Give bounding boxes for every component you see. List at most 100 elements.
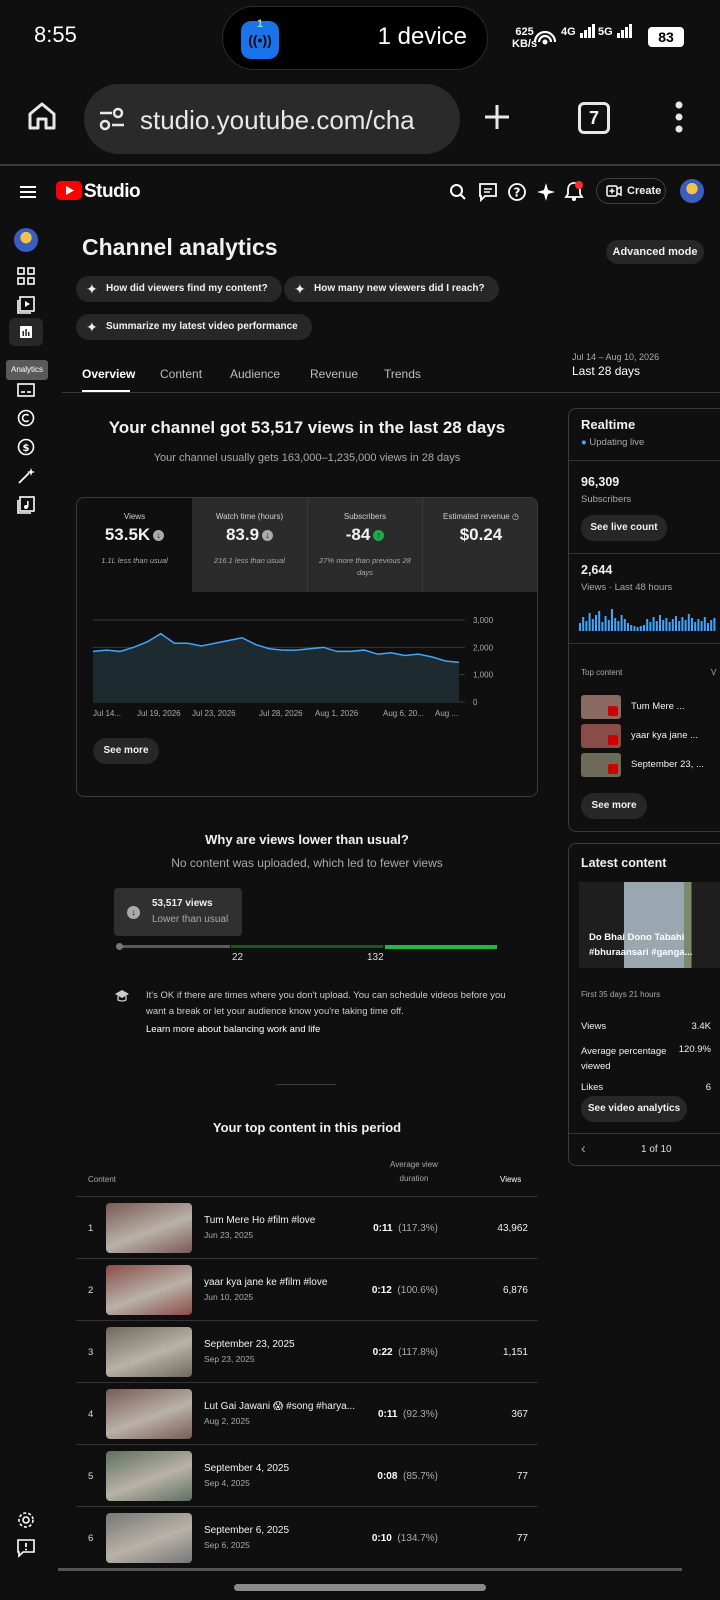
date-range-label[interactable]: Last 28 days [572, 364, 640, 378]
row-title[interactable]: Lut Gai Jawani 😱 #song #harya... [204, 1401, 355, 1412]
more-vert-icon[interactable] [674, 100, 684, 134]
tabs-divider [62, 392, 720, 393]
tab-switcher-button[interactable]: 7 [578, 102, 610, 134]
latest-video-thumbnail[interactable]: Do Bhai Dono Tabahi #bhuraansari #ganga.… [579, 882, 720, 968]
realtime-bar [684, 620, 687, 631]
dashboard-icon[interactable] [14, 264, 38, 288]
row-thumbnail[interactable] [106, 1265, 192, 1315]
gesture-nav-bar[interactable] [234, 1584, 486, 1591]
feedback-icon[interactable] [478, 182, 498, 202]
col-views[interactable]: Views [500, 1175, 521, 1184]
metric-subscribers[interactable]: Subscribers -84 ↑ 27% more than previous … [307, 498, 422, 592]
account-avatar[interactable] [680, 179, 704, 203]
realtime-bars-chart[interactable] [579, 605, 720, 631]
earn-icon[interactable]: $ [14, 435, 38, 459]
send-feedback-icon[interactable] [14, 1536, 38, 1560]
address-bar[interactable]: studio.youtube.com/cha [84, 84, 460, 154]
tab-revenue[interactable]: Revenue [310, 367, 358, 381]
row-thumbnail[interactable] [106, 1203, 192, 1253]
tab-trends[interactable]: Trends [384, 367, 421, 381]
realtime-bar [591, 619, 594, 631]
site-settings-icon[interactable] [98, 107, 126, 131]
tab-content[interactable]: Content [160, 367, 202, 381]
realtime-bar [697, 619, 700, 631]
realtime-bar [691, 618, 693, 631]
live-dot-icon: ● [581, 437, 587, 448]
copyright-icon[interactable] [14, 406, 38, 430]
row-title[interactable]: Tum Mere Ho #film #love [204, 1215, 315, 1226]
realtime-item[interactable]: September 23, ... [581, 753, 720, 777]
channel-avatar[interactable] [14, 228, 38, 252]
metric-watch-time[interactable]: Watch time (hours) 83.9 ↓ 216.1 less than… [192, 498, 307, 592]
home-icon[interactable] [26, 100, 58, 132]
broadcast-icon: 1 ((•)) [241, 18, 279, 59]
dynamic-island-pill[interactable]: 1 ((•)) 1 device [222, 6, 488, 70]
chip-new-viewers[interactable]: How many new viewers did I reach? [284, 276, 499, 302]
settings-icon[interactable] [14, 1508, 38, 1532]
analytics-icon[interactable] [14, 320, 38, 344]
search-icon[interactable] [449, 183, 467, 201]
menu-icon[interactable] [20, 185, 36, 199]
table-row[interactable]: 4 Lut Gai Jawani 😱 #song #harya... Aug 2, … [76, 1382, 538, 1444]
row-title[interactable]: September 4, 2025 [204, 1463, 289, 1474]
col-avd[interactable]: Average view duration [374, 1160, 454, 1183]
content-icon[interactable] [14, 293, 38, 317]
row-title[interactable]: yaar kya jane ke #film #love [204, 1277, 327, 1288]
table-row[interactable]: 1 Tum Mere Ho #film #love Jun 23, 2025 0:11… [76, 1196, 538, 1258]
row-thumbnail[interactable] [106, 1327, 192, 1377]
realtime-bar [633, 626, 636, 631]
tab-overview[interactable]: Overview [82, 367, 135, 381]
create-button[interactable]: Create [596, 178, 666, 204]
trend-up-icon: ↑ [373, 530, 385, 541]
subtitles-icon[interactable] [14, 378, 38, 402]
table-row[interactable]: 2 yaar kya jane ke #film #love Jun 10, 202… [76, 1258, 538, 1320]
svg-text:$: $ [23, 443, 30, 454]
realtime-bar [710, 620, 713, 631]
horizontal-scrollbar[interactable] [58, 1568, 682, 1571]
see-more-button[interactable]: See more [93, 738, 159, 764]
row-thumbnail[interactable] [106, 1451, 192, 1501]
customization-icon[interactable] [14, 464, 38, 488]
metric-views[interactable]: Views 53.5K ↓ 1.1L less than usual [77, 498, 192, 592]
row-title[interactable]: September 6, 2025 [204, 1525, 289, 1536]
sparkle-icon[interactable] [536, 182, 556, 202]
prev-arrow-icon[interactable]: ‹ [581, 1140, 586, 1156]
advanced-mode-button[interactable]: Advanced mode [606, 240, 704, 264]
chip-summarize[interactable]: Summarize my latest video performance [76, 314, 312, 340]
row-rank: 2 [88, 1285, 94, 1296]
table-row[interactable]: 5 September 4, 2025 Sep 4, 2025 0:08 (85.7%… [76, 1444, 538, 1506]
chip-viewers-find[interactable]: How did viewers find my content? [76, 276, 282, 302]
views-chart[interactable]: 3,000 2,000 1,000 0 Jul 14... Jul 19, 2026 Jul… [77, 598, 537, 738]
realtime-item[interactable]: yaar kya jane ... [581, 724, 720, 748]
help-icon[interactable]: ? [507, 182, 527, 202]
notifications-icon[interactable] [564, 180, 584, 202]
new-tab-icon[interactable] [482, 102, 512, 132]
realtime-bar [659, 615, 661, 631]
learn-more-link[interactable]: Learn more about balancing work and life [146, 1024, 320, 1035]
realtime-bar [652, 617, 655, 631]
why-views-box: ↓ 53,517 views Lower than usual [114, 888, 242, 936]
table-row[interactable]: 3 September 23, 2025 Sep 23, 2025 0:22 (117… [76, 1320, 538, 1382]
see-video-analytics-button[interactable]: See video analytics [581, 1096, 687, 1122]
realtime-bar [627, 623, 629, 631]
overview-headline: Your channel got 53,517 views in the las… [108, 418, 506, 437]
range-below [118, 945, 230, 948]
row-title[interactable]: September 23, 2025 [204, 1339, 295, 1350]
youtube-logo-icon[interactable] [56, 181, 82, 200]
row-views: 6,876 [502, 1285, 528, 1296]
realtime-item[interactable]: Tum Mere ...2, [581, 695, 720, 719]
date-range[interactable]: Jul 14 – Aug 10, 2026 [572, 352, 659, 362]
realtime-bar [620, 615, 623, 631]
y-tick-label: 0 [473, 698, 478, 707]
audio-library-icon[interactable] [14, 493, 38, 517]
realtime-bar [703, 617, 706, 631]
metric-revenue[interactable]: Estimated revenue ◷ $0.24 [422, 498, 537, 592]
tab-audience[interactable]: Audience [230, 367, 280, 381]
see-live-count-button[interactable]: See live count [581, 515, 667, 541]
table-row[interactable]: 6 September 6, 2025 Sep 6, 2025 0:10 (134.7… [76, 1506, 538, 1568]
studio-logo-text[interactable]: Studio [84, 181, 141, 203]
realtime-bar [639, 626, 642, 631]
realtime-see-more-button[interactable]: See more [581, 793, 647, 819]
row-thumbnail[interactable] [106, 1513, 192, 1563]
row-thumbnail[interactable] [106, 1389, 192, 1439]
